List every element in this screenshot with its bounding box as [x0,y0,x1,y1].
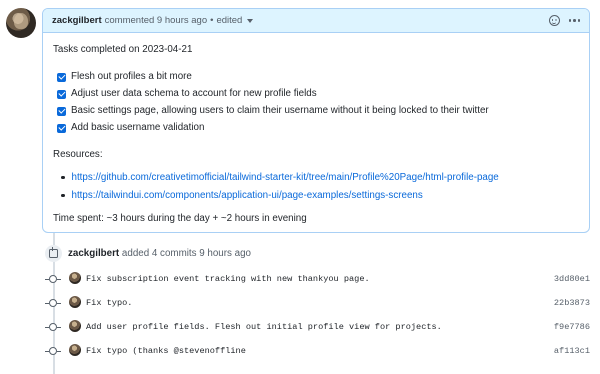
commit-message-link[interactable]: Fix typo (thanks @stevenoffline [86,346,246,356]
commit-author-avatar[interactable] [69,296,81,308]
commit-sha-link[interactable]: af113c1 [554,346,590,356]
task-checkbox[interactable] [57,72,66,82]
task-item: Basic settings page, allowing users to c… [57,105,579,118]
resource-link[interactable]: https://tailwindui.com/components/applic… [72,190,423,201]
kebab-horizontal-icon[interactable] [568,19,580,22]
repo-push-icon [49,247,58,258]
git-commit-icon [45,299,61,307]
commit-message-link[interactable]: Add user profile fields. Flesh out initi… [86,322,442,332]
commit-message-link[interactable]: Fix subscription event tracking with new… [86,274,370,284]
comment-card: zackgilbert commented 9 hours ago • edit… [42,8,590,233]
comment-title: Tasks completed on 2023-04-21 [53,44,193,55]
comment-actions [548,15,580,26]
link-item: https://github.com/creativetimofficial/t… [61,172,579,184]
comment-header: zackgilbert commented 9 hours ago • edit… [43,9,589,33]
git-commit-icon [45,323,61,331]
time-spent-text: Time spent: ~3 hours during the day + ~2… [53,212,307,224]
task-item: Add basic username validation [57,122,579,135]
task-label: Basic settings page, allowing users to c… [71,105,489,117]
comment-author-link[interactable]: zackgilbert [52,15,102,26]
commit-message-link[interactable]: Fix typo. [86,298,132,308]
commit-author-avatar[interactable] [69,320,81,332]
commit-row: Fix subscription event tracking with new… [0,272,600,286]
task-item: Flesh out profiles a bit more [57,71,579,84]
commit-sha-link[interactable]: f9e7786 [554,322,590,332]
commits-author-link[interactable]: zackgilbert [68,248,119,259]
task-item: Adjust user data schema to account for n… [57,88,579,101]
edited-dropdown[interactable]: edited [216,15,254,26]
edited-label: edited [216,15,243,26]
bullet-point [61,193,65,198]
task-checkbox[interactable] [57,123,66,133]
author-avatar[interactable] [6,8,36,38]
smiley-icon[interactable] [548,15,560,26]
commits-badge [45,245,62,262]
task-label: Add basic username validation [71,122,205,134]
commit-row: Add user profile fields. Flesh out initi… [0,320,600,334]
resources-label: Resources: [53,148,103,160]
git-commit-icon [45,347,61,355]
separator-dot: • [210,15,214,26]
comment-time-link[interactable]: 9 hours ago [157,15,207,26]
commits-event-text: added 4 commits 9 hours ago [121,248,251,259]
bullet-point [61,175,65,180]
task-label: Adjust user data schema to account for n… [71,88,317,100]
commit-author-avatar[interactable] [69,344,81,356]
commit-author-avatar[interactable] [69,272,81,284]
task-checkbox[interactable] [57,106,66,116]
link-item: https://tailwindui.com/components/applic… [61,190,579,202]
commit-sha-link[interactable]: 22b3873 [554,298,590,308]
comment-body: Tasks completed on 2023-04-21 Flesh out … [43,33,589,223]
commit-row: Fix typo (thanks @stevenoffline af113c1 [0,344,600,358]
commit-sha-link[interactable]: 3dd80e1 [554,274,590,284]
task-list: Flesh out profiles a bit more Adjust use… [53,71,579,135]
comment-action: commented [104,15,155,26]
git-commit-icon [45,275,61,283]
commit-row: Fix typo. 22b3873 [0,296,600,310]
resource-link-list: https://github.com/creativetimofficial/t… [61,172,579,202]
chevron-down-icon [247,19,254,23]
resource-link[interactable]: https://github.com/creativetimofficial/t… [72,172,499,183]
commits-event-header: zackgilbert added 4 commits 9 hours ago [68,248,251,259]
task-checkbox[interactable] [57,89,66,99]
task-label: Flesh out profiles a bit more [71,71,192,83]
